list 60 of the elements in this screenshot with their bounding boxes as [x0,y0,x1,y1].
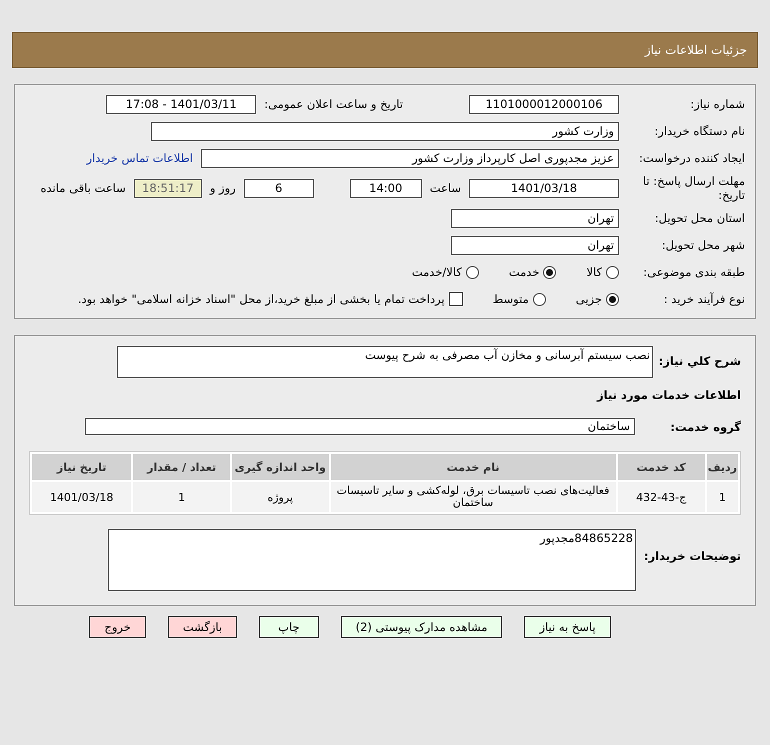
field-label: نام دستگاه خریدار: [653,124,745,138]
field-label: استان محل تحویل: [654,211,745,225]
need-number-field: 1101000012000106 [469,94,619,114]
field-label: نوع فرآیند خرید : [662,292,745,306]
field-label: ساعت [430,181,461,195]
section-label: گروه خدمت: [669,420,741,434]
radio-button[interactable] [606,266,619,278]
field-label: ساعت باقی مانده [40,181,126,195]
table-cell: فعالیت‌های نصب تاسیسات برق، لوله‌کشی و سایر تاسیسات ساختمان [330,482,616,512]
deadline-date-field: 1401/03/18 [469,178,619,198]
contact-link[interactable]: اطلاعات تماس خریدار [86,151,193,165]
option-label: خدمت [508,265,540,279]
column-header: نام خدمت [330,454,616,480]
field-label: طبقه بندی موضوعی: [642,265,745,279]
option-label: جزیی [576,292,602,306]
action-button[interactable]: چاپ [259,616,319,638]
column-header: تاریخ نیاز [32,454,132,480]
radio-button[interactable] [606,292,619,306]
column-header: کد خدمت [618,454,705,480]
field-label: تاریخ و ساعت اعلان عمومی: [264,97,403,111]
column-header: تعداد / مقدار [133,454,230,480]
page-title: جزئیات اطلاعات نیاز [12,32,758,68]
creator-field: عزیز مجدپوری اصل کارپرداز وزارت کشور [201,148,619,168]
table-cell: 1401/03/18 [32,482,132,512]
buyer-notes-box: 84865228مجدپور [108,529,636,591]
buyer-org-field: وزارت کشور [151,122,619,140]
field-label: ایجاد کننده درخواست: [638,151,745,165]
days-field: 6 [244,178,314,198]
checkbox[interactable] [448,292,463,306]
remaining-time-field: 18:51:17 [134,178,202,198]
option-label: کالا [586,265,602,279]
option-label: متوسط [492,292,529,306]
field-label: مهلت ارسال پاسخ: تا تاریخ: [642,174,745,202]
province-field: تهران [451,208,619,228]
action-button[interactable]: مشاهده مدارک پیوستی (2) [340,616,502,638]
table-cell: پروژه [232,482,329,512]
action-button[interactable]: خروج [89,616,146,638]
city-field: تهران [451,236,619,254]
checkbox-label: پرداخت تمام یا بخشی از مبلغ خرید،از محل "اسناد خزانه اسلامی" خواهد بود. [78,292,445,306]
table-cell: 1 [133,482,230,512]
field-label: شهر محل تحویل: [660,238,745,252]
radio-button[interactable] [532,292,546,306]
table-cell: 1 [706,482,738,512]
column-header: واحد اندازه گیری [232,454,329,480]
radio-button[interactable] [543,266,556,278]
deadline-time-field: 14:00 [350,178,422,198]
section-label: شرح کلي نیاز: [661,353,741,368]
announce-date-field: 1401/03/11 - 17:08 [106,94,256,114]
action-button[interactable]: بازگشت [168,616,238,638]
action-button[interactable]: پاسخ به نیاز [524,616,611,638]
field-label: شماره نیاز: [689,97,745,111]
section-heading: اطلاعات خدمات مورد نیاز [596,388,741,402]
option-label: کالا/خدمت [412,265,462,279]
table-cell: ج-43-432 [618,482,705,512]
summary-box: نصب سیستم آبرسانی و مخازن آب مصرفی به شرح پیوست [117,346,653,378]
radio-button[interactable] [466,266,479,278]
column-header: ردیف [706,454,738,480]
field-label: روز و [210,181,236,195]
section-label: توضیحات خریدار: [644,548,741,563]
service-group-field: ساختمان [85,418,635,435]
